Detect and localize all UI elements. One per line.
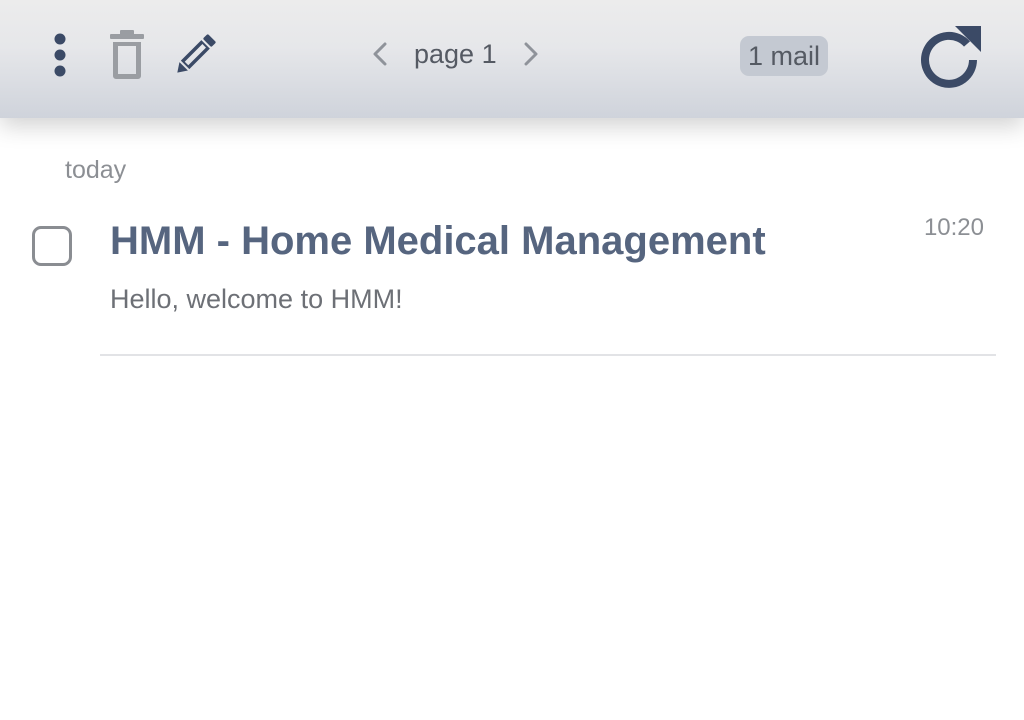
refresh-icon	[921, 26, 981, 88]
delete-button[interactable]	[104, 28, 150, 82]
mail-list: today HMM - Home Medical Management Hell…	[0, 118, 1024, 720]
next-page-button[interactable]	[511, 30, 551, 78]
row-divider	[100, 354, 996, 356]
mail-count-badge: 1 mail	[740, 36, 829, 76]
mail-sender: HMM - Home Medical Management	[110, 219, 766, 263]
more-vertical-icon	[54, 33, 66, 77]
toolbar: page 1 1 mail	[0, 0, 1024, 118]
date-group-header: today	[65, 156, 127, 184]
trash-icon	[110, 30, 144, 79]
pencil-icon	[177, 34, 216, 73]
refresh-button[interactable]	[910, 18, 990, 92]
chevron-right-icon	[524, 42, 538, 66]
pagination: page 1	[360, 30, 551, 78]
compose-button[interactable]	[166, 26, 224, 84]
mail-select-checkbox[interactable]	[32, 226, 72, 266]
mail-time: 10:20	[923, 214, 984, 241]
previous-page-button[interactable]	[360, 30, 400, 78]
mail-list-item[interactable]: HMM - Home Medical Management Hello, wel…	[0, 202, 1024, 356]
page-indicator: page 1	[414, 38, 497, 69]
chevron-left-icon	[373, 42, 387, 66]
menu-button[interactable]	[44, 30, 76, 80]
mail-preview: Hello, welcome to HMM!	[110, 284, 403, 314]
